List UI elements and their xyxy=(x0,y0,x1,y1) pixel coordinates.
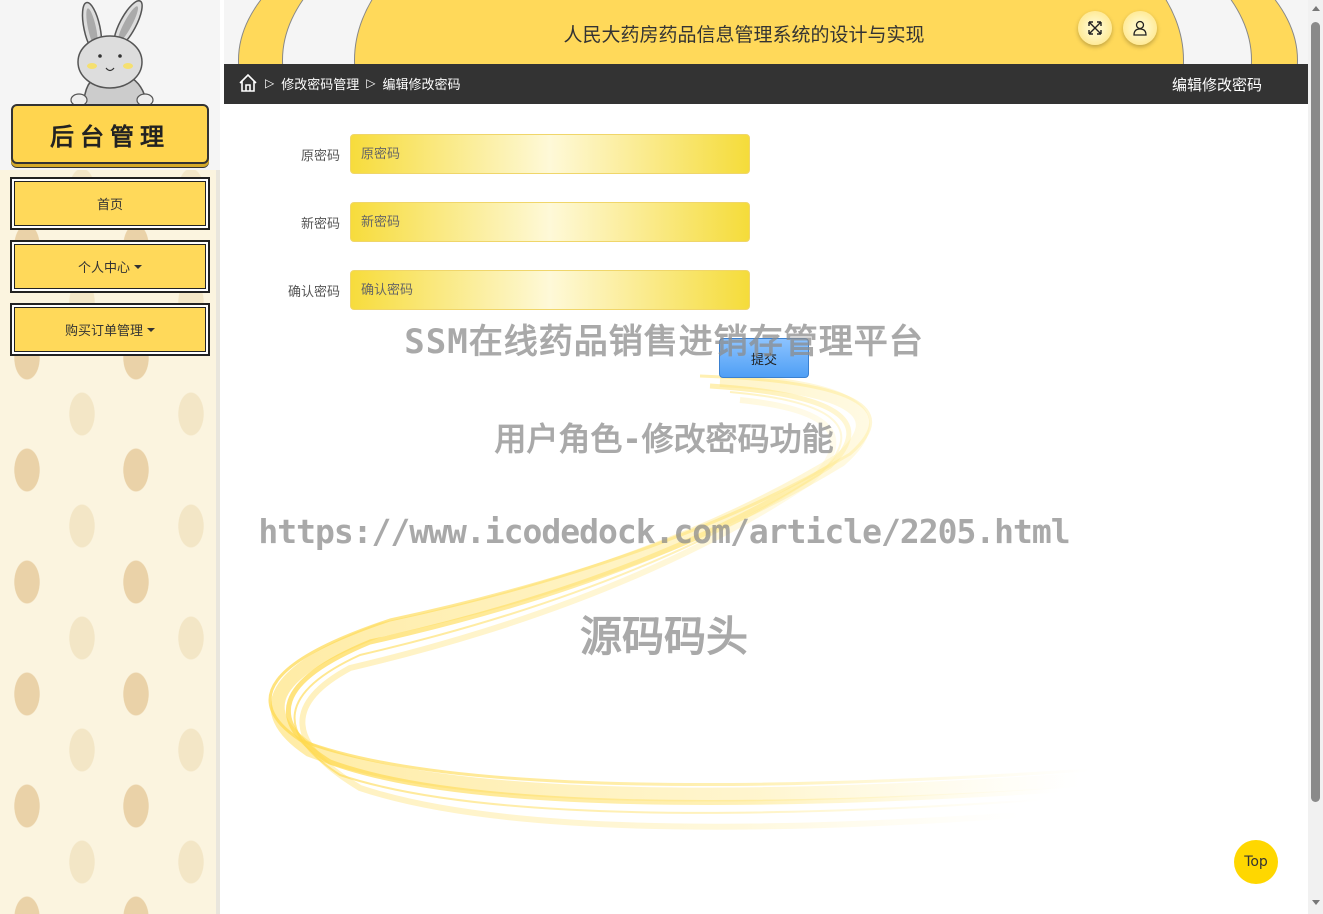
top-header: 人民大药房药品信息管理系统的设计与实现 xyxy=(224,0,1308,64)
caret-down-icon xyxy=(134,264,142,269)
form-row-old-password: 原密码 xyxy=(224,134,824,174)
sidebar-item-label: 购买订单管理 xyxy=(64,324,143,339)
new-password-label: 新密码 xyxy=(300,217,340,232)
confirm-password-input[interactable] xyxy=(350,270,750,310)
breadcrumb-bar: ▷ 修改密码管理 ▷ 编辑修改密码 编辑修改密码 xyxy=(224,64,1308,104)
scrollbar[interactable] xyxy=(1308,0,1323,914)
fullscreen-icon xyxy=(1088,21,1102,35)
confirm-password-label: 确认密码 xyxy=(287,285,340,300)
sidebar-item-purchase-orders[interactable]: 购买订单管理 xyxy=(10,303,210,356)
brand-banner: 后台管理 xyxy=(11,104,209,164)
sidebar-item-label: 首页 xyxy=(96,198,123,213)
breadcrumb: ▷ 修改密码管理 ▷ 编辑修改密码 xyxy=(238,73,461,93)
breadcrumb-separator-icon: ▷ xyxy=(265,76,275,90)
submit-button[interactable]: 提交 xyxy=(719,338,809,378)
new-password-input[interactable] xyxy=(350,202,750,242)
breadcrumb-item[interactable]: 编辑修改密码 xyxy=(382,74,460,93)
scrollbar-thumb[interactable] xyxy=(1311,22,1320,802)
breadcrumb-separator-icon: ▷ xyxy=(366,76,376,90)
sidebar-item-personal-center[interactable]: 个人中心 xyxy=(10,240,210,293)
form-row-new-password: 新密码 xyxy=(224,202,824,242)
scroll-down-arrow-icon[interactable] xyxy=(1312,900,1320,905)
old-password-label: 原密码 xyxy=(300,149,340,164)
fullscreen-button[interactable] xyxy=(1078,11,1112,45)
sidebar-item-home[interactable]: 首页 xyxy=(10,177,210,230)
form-row-confirm-password: 确认密码 xyxy=(224,270,824,310)
caret-down-icon xyxy=(147,327,155,332)
sidebar-item-label: 个人中心 xyxy=(77,261,130,276)
user-button[interactable] xyxy=(1123,11,1157,45)
change-password-form: 原密码 新密码 确认密码 提交 xyxy=(224,104,1308,914)
breadcrumb-item[interactable]: 修改密码管理 xyxy=(281,74,359,93)
sidebar: 后台管理 首页 个人中心 购买订单管理 xyxy=(0,0,220,914)
scroll-up-arrow-icon[interactable] xyxy=(1312,6,1320,11)
back-to-top-button[interactable]: Top xyxy=(1234,840,1278,884)
current-page-label: 编辑修改密码 xyxy=(1171,76,1262,94)
home-icon[interactable] xyxy=(238,73,258,93)
old-password-input[interactable] xyxy=(350,134,750,174)
user-icon xyxy=(1133,20,1147,36)
rabbit-mascot-icon xyxy=(70,0,154,112)
